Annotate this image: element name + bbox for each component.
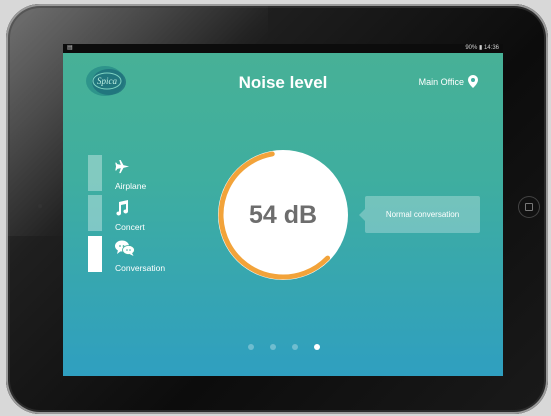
airplane-icon: [115, 159, 130, 174]
home-button[interactable]: [518, 196, 540, 218]
category-bar-airplane[interactable]: [88, 155, 102, 191]
page-dot[interactable]: [314, 344, 320, 350]
chat-bubbles-icon: [115, 240, 135, 256]
page-dot[interactable]: [292, 344, 298, 350]
notification-icon: ▤: [67, 45, 73, 51]
noise-value: 54 dB: [248, 201, 318, 229]
description-bubble: Normal conversation: [359, 196, 480, 233]
status-bar: ▤ 90% ▮ 14:36: [63, 44, 503, 53]
status-right: 90% ▮ 14:36: [465, 45, 499, 51]
category-bar-concert[interactable]: [88, 195, 102, 231]
category-label-airplane: Airplane: [115, 181, 147, 191]
map-pin-icon: [468, 75, 478, 88]
category-bar-conversation[interactable]: [88, 236, 102, 272]
location-label: Main Office: [418, 76, 464, 87]
category-label-conversation: Conversation: [115, 263, 166, 273]
music-note-icon: [116, 200, 128, 216]
location-selector[interactable]: Main Office: [419, 75, 478, 88]
app-screen: ▤ 90% ▮ 14:36 Spica Noise level Main Off…: [63, 44, 503, 376]
page-dot[interactable]: [248, 344, 254, 350]
category-label-concert: Concert: [115, 222, 145, 232]
camera-dot: [38, 204, 42, 208]
page: ▤ 90% ▮ 14:36 Spica Noise level Main Off…: [0, 0, 551, 416]
page-dot[interactable]: [270, 344, 276, 350]
page-indicator: [248, 344, 320, 350]
